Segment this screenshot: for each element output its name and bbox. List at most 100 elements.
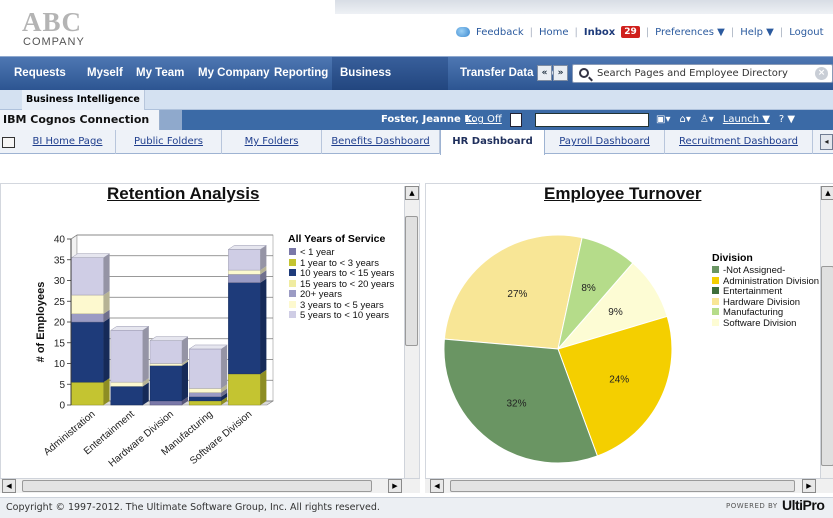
tab-bi-home-page[interactable]: BI Home Page bbox=[20, 130, 116, 154]
legend-swatch bbox=[289, 248, 296, 255]
tab-benefits-dashboard[interactable]: Benefits Dashboard bbox=[322, 130, 440, 154]
scroll-right-button[interactable]: ▶ bbox=[388, 479, 402, 493]
bar-segment bbox=[71, 257, 104, 296]
cognos-tool-icons: ▣▾ ⌂▾ ♙▾ Launch ▼ ? ▼ bbox=[656, 110, 795, 130]
turnover-chart-title: Employee Turnover bbox=[544, 184, 702, 203]
legend-swatch bbox=[712, 308, 719, 315]
legend-label: 3 years to < 5 years bbox=[300, 299, 384, 311]
nav-business-intelligence[interactable]: Business Intelligence bbox=[332, 57, 448, 112]
bar-segment-side bbox=[260, 369, 267, 405]
bar-segment bbox=[188, 388, 222, 393]
scroll-thumb[interactable] bbox=[821, 266, 833, 466]
bar-segment-side bbox=[182, 361, 188, 401]
legend-title: All Years of Service bbox=[288, 233, 386, 245]
bar-top bbox=[227, 245, 268, 250]
y-tick-label: 20 bbox=[54, 318, 66, 329]
nav-scroll-right-button[interactable]: » bbox=[553, 65, 568, 81]
logo-letters: ABC bbox=[22, 7, 83, 37]
bar-segment bbox=[228, 269, 261, 275]
legend-label: 10 years to < 15 years bbox=[300, 268, 395, 279]
cognos-user-name: Foster, Jeanne K. bbox=[381, 114, 476, 125]
scroll-up-button[interactable]: ▲ bbox=[405, 186, 419, 200]
help-menu-icon[interactable]: ? ▼ bbox=[779, 110, 795, 130]
left-panel-horizontal-scrollbar[interactable]: ◀ ▶ bbox=[0, 478, 420, 493]
document-icon[interactable] bbox=[510, 113, 522, 127]
legend-title: Division bbox=[712, 252, 753, 264]
inbox-count-badge[interactable]: 29 bbox=[621, 26, 640, 38]
scroll-left-button[interactable]: ◀ bbox=[2, 479, 16, 493]
scroll-thumb[interactable] bbox=[405, 216, 418, 346]
tab-hr-dashboard[interactable]: HR Dashboard bbox=[440, 130, 545, 155]
cognos-title: IBM Cognos Connection bbox=[0, 110, 160, 130]
utility-links: Feedback | Home | Inbox 29 | Preferences… bbox=[456, 24, 824, 40]
scroll-right-button[interactable]: ▶ bbox=[802, 479, 816, 493]
user-icon[interactable]: ♙▾ bbox=[700, 110, 714, 130]
legend-label: Software Division bbox=[723, 317, 797, 329]
right-panel-vertical-scrollbar[interactable]: ▲ ▼ bbox=[820, 186, 833, 492]
scroll-thumb[interactable] bbox=[22, 480, 372, 492]
inbox-link[interactable]: Inbox bbox=[584, 27, 615, 38]
bar-segment-side bbox=[182, 336, 188, 364]
search-placeholder: Search Pages and Employee Directory bbox=[597, 68, 788, 79]
legend-swatch bbox=[712, 318, 719, 326]
legend-label: 5 years to < 10 years bbox=[300, 310, 389, 321]
y-tick-label: 10 bbox=[54, 359, 66, 370]
scroll-up-button[interactable]: ▲ bbox=[821, 186, 833, 200]
legend-label: Entertainment bbox=[723, 286, 783, 297]
legend-label: -Not Assigned- bbox=[723, 265, 786, 276]
tab-public-folders[interactable]: Public Folders bbox=[116, 130, 222, 154]
home-icon[interactable]: ⌂▾ bbox=[679, 110, 690, 130]
left-panel-vertical-scrollbar[interactable]: ▲ ▼ bbox=[404, 186, 419, 492]
nav-my-company[interactable]: My Company bbox=[190, 57, 278, 90]
feedback-link[interactable]: Feedback bbox=[476, 27, 524, 38]
bar-top bbox=[109, 326, 150, 331]
nav-transfer-data[interactable]: Transfer Data bbox=[452, 57, 542, 90]
scroll-thumb[interactable] bbox=[450, 480, 795, 492]
pie-slice-label: 27% bbox=[507, 289, 527, 300]
legend-label: 1 year to < 3 years bbox=[300, 257, 379, 269]
bar-segment bbox=[71, 381, 104, 406]
tab-my-folders[interactable]: My Folders bbox=[222, 130, 322, 154]
legend-label: Hardware Division bbox=[723, 296, 801, 308]
preferences-menu[interactable]: Preferences ▼ bbox=[655, 27, 725, 38]
nav-requests[interactable]: Requests bbox=[6, 57, 74, 90]
tab-scroll-button[interactable]: ◂ bbox=[820, 134, 833, 150]
help-menu[interactable]: Help ▼ bbox=[740, 27, 774, 38]
tab-recruitment-dashboard[interactable]: Recruitment Dashboard bbox=[665, 130, 813, 154]
nav-scroll-left-button[interactable]: « bbox=[537, 65, 552, 81]
bar-segment bbox=[110, 381, 144, 387]
log-off-link[interactable]: Log Off bbox=[466, 110, 502, 130]
directory-search-input[interactable]: Search Pages and Employee Directory × bbox=[572, 64, 833, 83]
bar-segment-side bbox=[260, 245, 267, 271]
launch-menu[interactable]: Launch ▼ bbox=[723, 110, 770, 130]
bar-segment-side bbox=[142, 326, 149, 383]
bar-segment bbox=[228, 282, 261, 375]
y-tick-label: 35 bbox=[54, 255, 66, 266]
retention-analysis-panel: Retention Analysis 0 5 10 15 20 25 30 35 40 # of … bbox=[0, 183, 420, 492]
right-panel-horizontal-scrollbar[interactable]: ◀ ▶ bbox=[425, 478, 833, 493]
home-link[interactable]: Home bbox=[539, 27, 569, 38]
separator: | bbox=[779, 26, 784, 38]
y-tick-label: 25 bbox=[54, 297, 66, 308]
legend-swatch bbox=[712, 297, 719, 305]
clear-search-icon[interactable]: × bbox=[815, 67, 828, 80]
scroll-left-button[interactable]: ◀ bbox=[430, 479, 444, 493]
bar-segment-side bbox=[260, 278, 267, 374]
feedback-icon bbox=[456, 27, 470, 37]
y-tick-label: 0 bbox=[59, 401, 65, 412]
tab-payroll-dashboard[interactable]: Payroll Dashboard bbox=[545, 130, 665, 154]
tab-menu-icon[interactable] bbox=[2, 137, 15, 148]
turnover-pie-chart: 27% 8% 9% 24% 32% bbox=[443, 234, 673, 464]
logout-link[interactable]: Logout bbox=[789, 27, 823, 38]
legend-swatch bbox=[289, 311, 296, 318]
bar-segment-side bbox=[103, 378, 110, 405]
cognos-search-input[interactable] bbox=[535, 113, 649, 127]
pie-slice-label: 32% bbox=[506, 398, 526, 409]
nav-myself[interactable]: Myself bbox=[79, 57, 131, 90]
search-options-icon[interactable]: ▣▾ bbox=[656, 110, 670, 130]
nav-my-team[interactable]: My Team bbox=[128, 57, 192, 90]
nav-reporting[interactable]: Reporting bbox=[266, 57, 336, 90]
company-logo[interactable]: ABC COMPANY bbox=[22, 7, 114, 50]
pie-slice-label: 8% bbox=[581, 283, 596, 294]
subnav-current-tab[interactable]: Business Intelligence bbox=[22, 90, 145, 110]
